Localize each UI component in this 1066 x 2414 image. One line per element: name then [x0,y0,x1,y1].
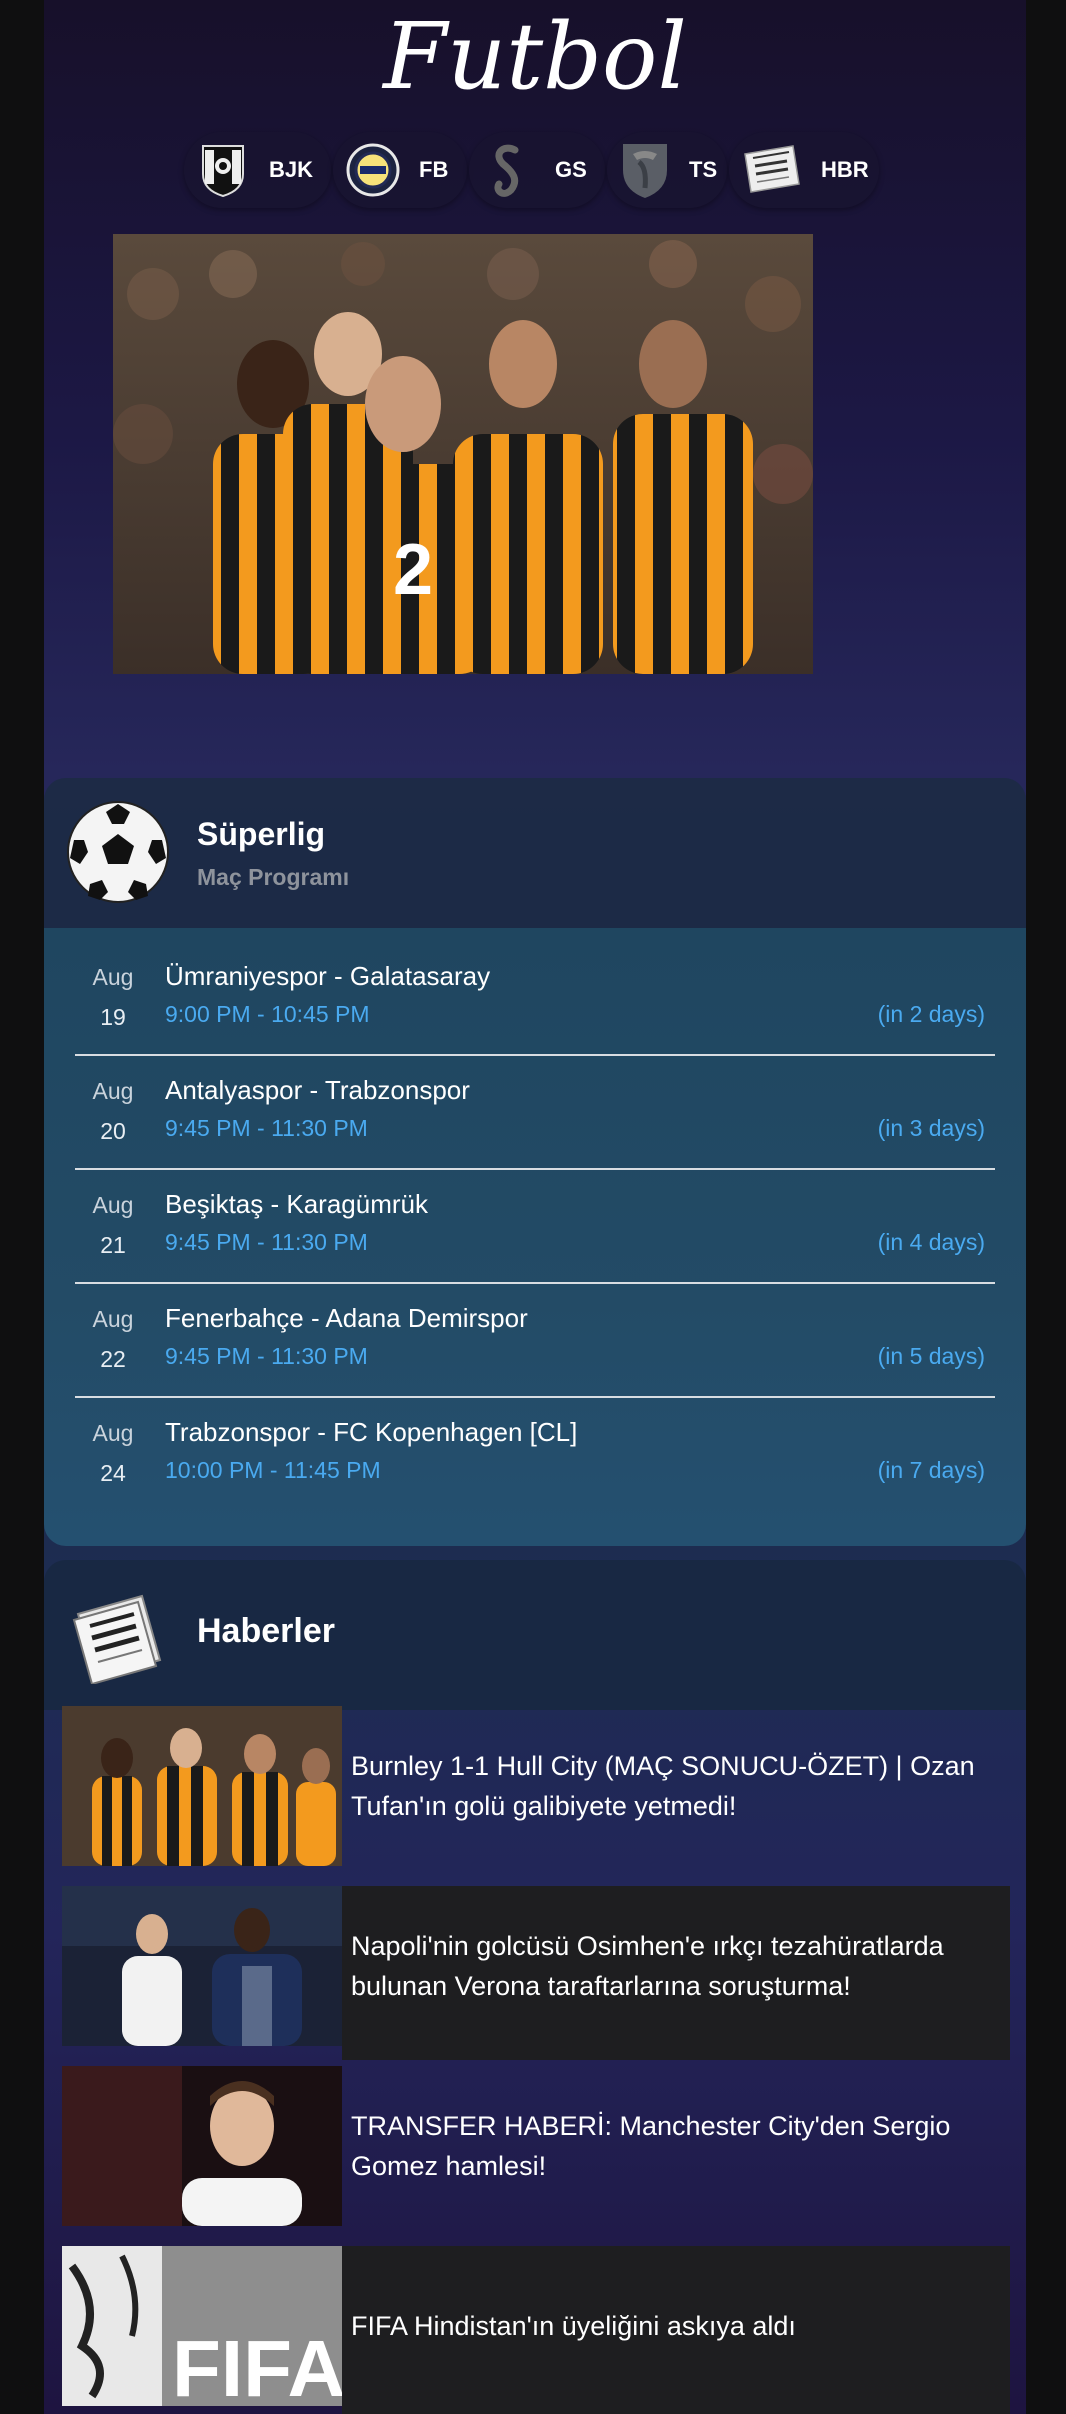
news-title: Haberler [197,1612,335,1650]
match-list: Aug 19 Ümraniyespor - Galatasaray 9:00 P… [44,928,1026,1546]
news-headline: Burnley 1-1 Hull City (MAÇ SONUCU-ÖZET) … [351,1751,975,1821]
news-headline: FIFA Hindistan'ın üyeliğini askıya aldı [351,2311,796,2341]
match-teams: Ümraniyespor - Galatasaray [165,961,491,991]
news-item[interactable]: FIFA FIFA Hindistan'ın üyeliğini askıya … [62,2246,1010,2414]
svg-text:2: 2 [393,530,433,610]
schedule-subtitle: Maç Programı [197,864,350,890]
team-abbr: BJK [268,157,313,182]
team-abbr: HBR [821,157,869,182]
match-month: Aug [92,1420,134,1446]
news-item[interactable]: Napoli'nin golcüsü Osimhen'e ırkçı tezah… [62,1886,1010,2060]
news-headline: Napoli'nin golcüsü Osimhen'e ırkçı tezah… [351,1931,944,2001]
match-row[interactable]: Aug 24 Trabzonspor - FC Kopenhagen [CL] … [75,1384,995,1498]
match-time: 9:45 PM - 11:30 PM [165,1229,368,1255]
match-time: 9:00 PM - 10:45 PM [165,1001,370,1027]
galatasaray-crest-icon [481,142,537,198]
trabzonspor-crest-icon [619,142,671,198]
fenerbahce-crest-icon [345,142,401,198]
match-day: 21 [100,1232,126,1258]
match-day: 19 [100,1004,126,1030]
match-time: 9:45 PM - 11:30 PM [165,1343,368,1369]
newspaper-icon [72,1590,166,1686]
match-relative-time: (in 2 days) [877,1001,985,1027]
match-month: Aug [92,964,134,990]
match-month: Aug [92,1306,134,1332]
match-day: 20 [100,1118,126,1144]
news-headline: TRANSFER HABERİ: Manchester City'den Ser… [351,2111,951,2181]
team-pill-ts[interactable]: TS [607,132,727,208]
app-page: Futbol BJK FB GS TS HBR 2 Süperlig Maç P… [44,0,1026,2414]
schedule-title: Süperlig [197,816,326,852]
schedule-card: Süperlig Maç Programı Aug 19 Ümraniyespo… [44,778,1026,1546]
news-thumbnail [62,1706,342,1866]
match-month: Aug [92,1192,134,1218]
news-header: Haberler [44,1560,1026,1710]
team-shortcuts: BJK FB GS TS HBR [184,132,886,208]
match-relative-time: (in 7 days) [877,1457,985,1483]
news-thumbnail: FIFA [62,2246,342,2406]
hero-image[interactable]: 2 [113,234,813,674]
match-month: Aug [92,1078,134,1104]
besiktas-crest-icon [196,142,251,198]
team-pill-hbr[interactable]: HBR [729,132,879,208]
team-abbr: GS [555,157,587,182]
news-thumbnail [62,2066,342,2226]
soccer-ball-icon [66,800,170,904]
news-item[interactable]: TRANSFER HABERİ: Manchester City'den Ser… [62,2066,1010,2226]
team-pill-fb[interactable]: FB [333,132,467,208]
match-row[interactable]: Aug 19 Ümraniyespor - Galatasaray 9:00 P… [75,928,995,1042]
match-teams: Beşiktaş - Karagümrük [165,1189,428,1219]
team-pill-bjk[interactable]: BJK [184,132,331,208]
match-day: 22 [100,1346,126,1372]
svg-text:FIFA: FIFA [172,2324,342,2406]
news-thumbnail [62,1886,342,2046]
match-row[interactable]: Aug 21 Beşiktaş - Karagümrük 9:45 PM - 1… [75,1156,995,1270]
match-teams: Trabzonspor - FC Kopenhagen [CL] [165,1417,578,1447]
match-teams: Antalyaspor - Trabzonspor [165,1075,470,1105]
match-day: 24 [100,1460,126,1486]
team-pill-gs[interactable]: GS [469,132,605,208]
team-abbr: FB [419,157,449,182]
schedule-header: Süperlig Maç Programı [44,778,1026,928]
team-abbr: TS [689,157,718,182]
news-item[interactable]: Burnley 1-1 Hull City (MAÇ SONUCU-ÖZET) … [62,1706,1010,1866]
match-row[interactable]: Aug 20 Antalyaspor - Trabzonspor 9:45 PM… [75,1042,995,1156]
match-row[interactable]: Aug 22 Fenerbahçe - Adana Demirspor 9:45… [75,1270,995,1384]
newspaper-icon [741,142,803,198]
match-time: 9:45 PM - 11:30 PM [165,1115,368,1141]
news-card: Haberler Burnley 1-1 Hull City (MAÇ SONU… [44,1560,1026,2414]
match-relative-time: (in 5 days) [877,1343,985,1369]
match-teams: Fenerbahçe - Adana Demirspor [165,1303,528,1333]
match-relative-time: (in 4 days) [877,1229,985,1255]
match-relative-time: (in 3 days) [877,1115,985,1141]
match-time: 10:00 PM - 11:45 PM [165,1457,381,1483]
app-title: Futbol [383,3,687,110]
